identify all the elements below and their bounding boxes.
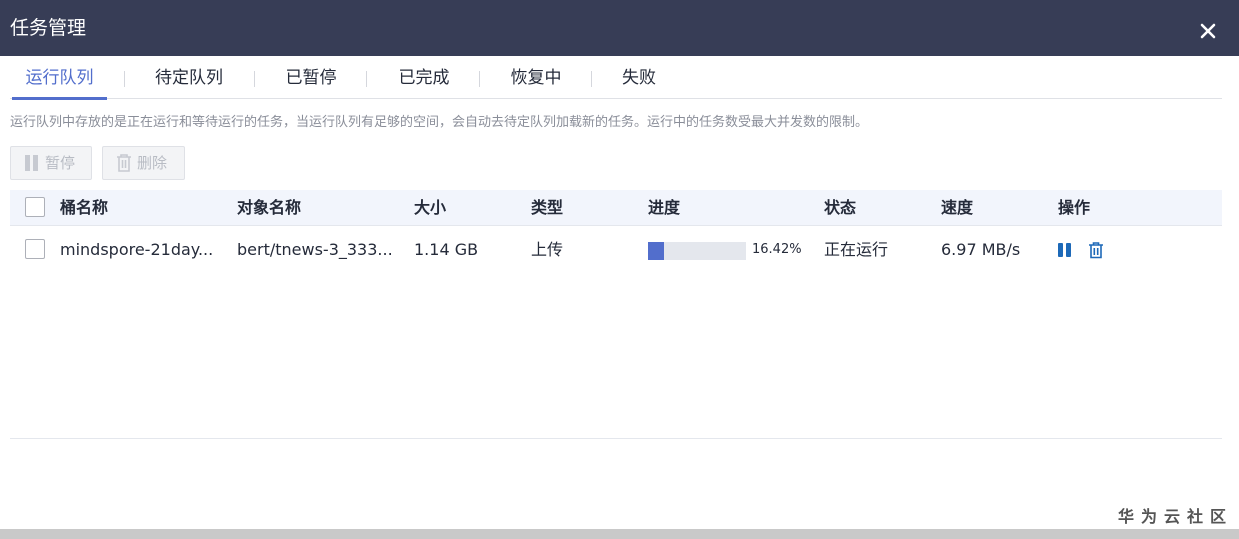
tab-completed[interactable]: 已完成 (394, 56, 454, 99)
tab-running-queue[interactable]: 运行队列 (12, 56, 107, 100)
table-header: 桶名称 对象名称 大小 类型 进度 状态 速度 操作 (10, 190, 1222, 226)
column-header-type[interactable]: 类型 (531, 190, 563, 226)
tab-paused[interactable]: 已暂停 (281, 56, 341, 99)
cell-speed: 6.97 MB/s (941, 240, 1021, 259)
row-checkbox[interactable] (25, 239, 45, 259)
close-icon (1200, 23, 1216, 39)
table-bottom-divider (10, 438, 1222, 439)
column-header-status[interactable]: 状态 (824, 190, 856, 226)
table-row: mindspore-21day... bert/tnews-3_333... 1… (10, 227, 1222, 273)
cell-bucket: mindspore-21day... (60, 240, 214, 259)
pause-icon (25, 155, 38, 171)
watermark: 华为云社区 (1118, 507, 1234, 526)
column-header-progress[interactable]: 进度 (648, 190, 680, 226)
queue-tabs: 运行队列 待定队列 已暂停 已完成 恢复中 失败 (10, 56, 1222, 100)
cell-status: 正在运行 (824, 240, 889, 259)
trash-icon (1089, 242, 1103, 259)
cell-size: 1.14 GB (414, 240, 479, 259)
dialog-title: 任务管理 (10, 17, 87, 39)
row-delete-button[interactable] (1087, 241, 1105, 259)
column-header-object[interactable]: 对象名称 (237, 190, 301, 226)
queue-description: 运行队列中存放的是正在运行和等待运行的任务，当运行队列有足够的空间，会自动去待定… (10, 115, 869, 130)
tab-divider (254, 71, 255, 87)
delete-button-label: 删除 (137, 154, 168, 172)
tab-divider (366, 71, 367, 87)
tab-failed[interactable]: 失败 (619, 56, 659, 99)
progress-percent: 16.42% (752, 242, 802, 257)
cell-object: bert/tnews-3_333... (237, 240, 393, 259)
pause-icon (1058, 243, 1071, 257)
progress-bar (648, 242, 746, 260)
row-pause-button[interactable] (1056, 241, 1074, 259)
cell-type: 上传 (531, 240, 564, 259)
column-header-actions: 操作 (1058, 198, 1091, 217)
pause-button-label: 暂停 (45, 154, 76, 172)
tab-divider (124, 71, 125, 87)
column-header-size[interactable]: 大小 (414, 190, 446, 226)
close-button[interactable] (1195, 18, 1221, 44)
tab-pending-queue[interactable]: 待定队列 (151, 56, 227, 99)
column-header-speed[interactable]: 速度 (941, 190, 973, 226)
tab-divider (591, 71, 592, 87)
trash-icon (117, 154, 131, 172)
dialog-header: 任务管理 (0, 0, 1239, 56)
tab-divider (479, 71, 480, 87)
tab-recovering[interactable]: 恢复中 (506, 56, 566, 99)
select-all-checkbox[interactable] (25, 197, 45, 217)
horizontal-scrollbar[interactable] (0, 529, 1239, 539)
progress-bar-fill (648, 242, 665, 260)
pause-button[interactable]: 暂停 (10, 146, 92, 180)
column-header-bucket[interactable]: 桶名称 (60, 190, 108, 226)
delete-button[interactable]: 删除 (102, 146, 185, 180)
